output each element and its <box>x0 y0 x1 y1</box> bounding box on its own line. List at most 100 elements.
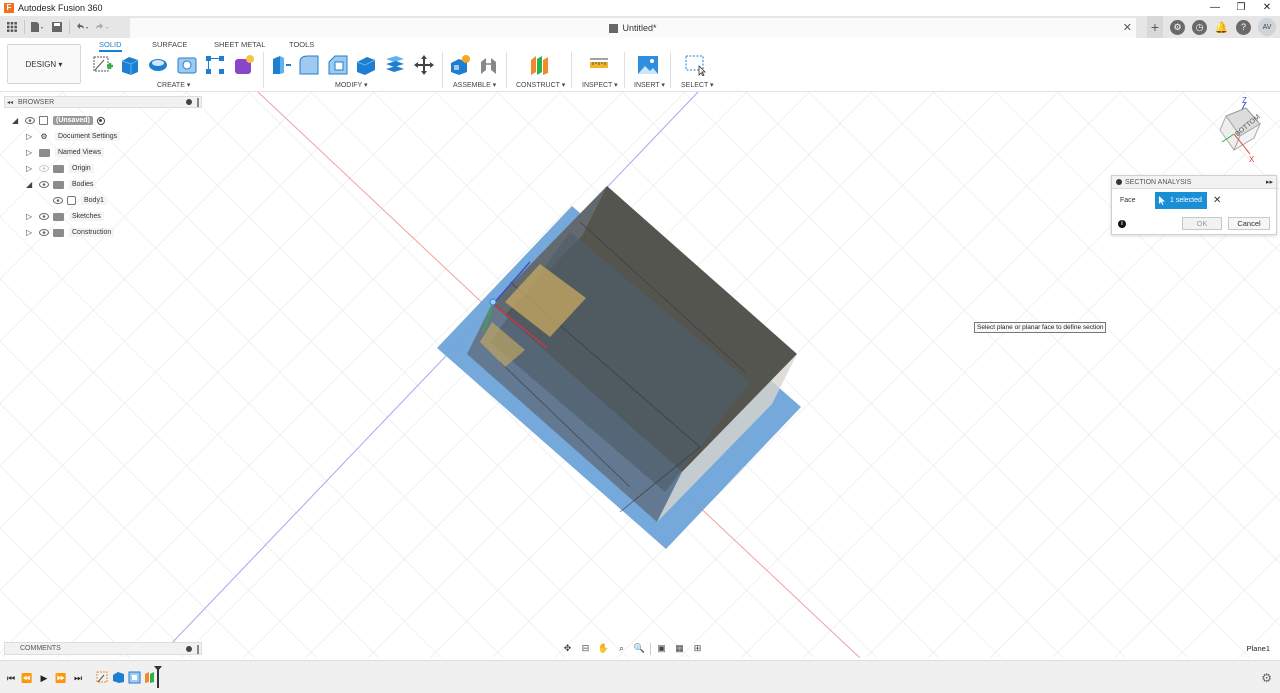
notifications-bell-icon[interactable]: 🔔 <box>1214 20 1229 35</box>
panel-resize-handle[interactable] <box>197 645 199 654</box>
play-icon[interactable]: ▶ <box>37 671 51 685</box>
tree-row-bodies[interactable]: ◢ Bodies <box>26 178 97 191</box>
activate-radio-icon[interactable] <box>96 116 105 125</box>
tree-row-root[interactable]: ◢ (Unsaved) <box>12 114 105 127</box>
chamfer-icon[interactable] <box>327 54 349 76</box>
select-menu[interactable]: SELECT ▾ <box>681 81 714 89</box>
grid-settings-icon[interactable]: ▦ <box>672 641 687 656</box>
hole-icon[interactable] <box>176 54 198 76</box>
job-status-icon[interactable]: ◷ <box>1192 19 1207 35</box>
select-window-icon[interactable] <box>684 54 706 76</box>
collapsed-arrow-icon[interactable]: ▷ <box>26 212 36 221</box>
move-copy-icon[interactable] <box>413 54 435 76</box>
insert-image-icon[interactable] <box>637 54 659 76</box>
create-sketch-icon[interactable] <box>92 54 114 76</box>
new-component-icon[interactable] <box>449 54 471 76</box>
add-comment-icon[interactable] <box>186 646 192 652</box>
tree-row-origin[interactable]: ▷ Origin <box>26 162 94 175</box>
tab-solid[interactable]: SOLID <box>99 40 122 52</box>
collapsed-arrow-icon[interactable]: ▷ <box>26 228 36 237</box>
expanded-arrow-icon[interactable]: ◢ <box>12 116 22 125</box>
tab-sheet-metal[interactable]: SHEET METAL <box>214 40 265 49</box>
document-tab[interactable]: Untitled* ✕ <box>130 18 1136 38</box>
go-to-end-icon[interactable]: ⏭ <box>71 671 85 685</box>
3d-scene-canvas[interactable] <box>0 92 1280 658</box>
maximize-button[interactable]: ❐ <box>1228 0 1254 16</box>
expand-dialog-icon[interactable]: ▸▸ <box>1266 178 1273 186</box>
tree-row-body1[interactable]: Body1 <box>50 194 107 207</box>
3d-viewport[interactable] <box>0 92 1280 658</box>
tree-row-sketches[interactable]: ▷ Sketches <box>26 210 104 223</box>
pan-hand-icon[interactable]: ✋ <box>596 641 611 656</box>
construct-menu[interactable]: CONSTRUCT ▾ <box>516 81 565 89</box>
help-icon[interactable]: ? <box>1236 19 1251 35</box>
create-menu[interactable]: CREATE ▾ <box>157 81 190 89</box>
timeline-plane-icon[interactable] <box>144 671 157 684</box>
inspect-menu[interactable]: INSPECT ▾ <box>582 81 618 89</box>
fit-zoom-icon[interactable]: 🔍 <box>632 641 647 656</box>
pattern-icon[interactable] <box>204 54 226 76</box>
visibility-eye-icon[interactable] <box>38 227 50 239</box>
expanded-arrow-icon[interactable]: ◢ <box>26 180 36 189</box>
visibility-eye-icon[interactable] <box>24 115 36 127</box>
tab-surface[interactable]: SURFACE <box>152 40 187 49</box>
timeline-settings-gear-icon[interactable]: ⚙ <box>1261 671 1272 685</box>
workspace-switcher-button[interactable]: DESIGN ▾ <box>7 44 81 84</box>
file-menu-icon[interactable] <box>29 19 45 35</box>
zoom-icon[interactable]: ⌕ <box>614 641 629 656</box>
extrude-icon[interactable] <box>119 54 141 76</box>
offset-plane-icon[interactable] <box>528 54 550 76</box>
redo-icon[interactable] <box>94 19 110 35</box>
visibility-eye-icon[interactable] <box>38 163 50 175</box>
visibility-eye-icon[interactable] <box>38 211 50 223</box>
collapsed-arrow-icon[interactable]: ▷ <box>26 148 36 157</box>
visibility-eye-icon[interactable] <box>52 195 64 207</box>
panel-resize-handle[interactable] <box>197 98 199 107</box>
insert-menu[interactable]: INSERT ▾ <box>634 81 665 89</box>
orbit-icon[interactable]: ✥ <box>560 641 575 656</box>
tree-row-document-settings[interactable]: ▷ ⚙ Document Settings <box>26 130 121 143</box>
go-to-start-icon[interactable]: ⏮ <box>4 671 18 685</box>
create-form-icon[interactable] <box>233 54 255 76</box>
display-settings-icon[interactable]: ▣ <box>654 641 669 656</box>
assemble-menu[interactable]: ASSEMBLE ▾ <box>453 81 496 89</box>
comments-panel-header[interactable]: COMMENTS <box>4 642 202 655</box>
modify-menu[interactable]: MODIFY ▾ <box>335 81 368 89</box>
close-window-button[interactable]: ✕ <box>1254 0 1280 16</box>
face-selection-button[interactable]: 1 selected <box>1155 192 1207 209</box>
clear-selection-icon[interactable]: ✕ <box>1213 195 1221 206</box>
info-icon[interactable]: i <box>1118 220 1126 228</box>
timeline-marker[interactable] <box>154 666 162 688</box>
step-forward-icon[interactable]: ⏩ <box>54 671 68 685</box>
collapsed-arrow-icon[interactable]: ▷ <box>26 164 36 173</box>
measure-icon[interactable] <box>588 54 610 76</box>
browser-panel-header[interactable]: ◂◂ BROWSER <box>4 96 202 108</box>
dialog-header[interactable]: SECTION ANALYSIS ▸▸ <box>1112 176 1276 189</box>
ok-button[interactable]: OK <box>1182 217 1222 230</box>
user-avatar[interactable]: AV <box>1258 18 1276 36</box>
extensions-icon[interactable]: ⚙ <box>1170 19 1185 35</box>
save-icon[interactable] <box>49 19 65 35</box>
revolve-icon[interactable] <box>147 54 169 76</box>
tree-row-named-views[interactable]: ▷ Named Views <box>26 146 105 159</box>
shell-icon[interactable] <box>355 54 377 76</box>
fillet-icon[interactable] <box>298 54 320 76</box>
minimize-button[interactable]: — <box>1202 0 1228 16</box>
tab-tools[interactable]: TOOLS <box>289 40 314 49</box>
viewports-icon[interactable]: ⊞ <box>690 641 705 656</box>
view-cube[interactable]: Z BOTTOM X <box>1206 94 1266 166</box>
timeline-shell-icon[interactable] <box>128 671 141 684</box>
undo-icon[interactable] <box>74 19 90 35</box>
origin-point[interactable] <box>489 298 497 306</box>
collapsed-arrow-icon[interactable]: ▷ <box>26 132 36 141</box>
combine-icon[interactable] <box>384 54 406 76</box>
visibility-eye-icon[interactable] <box>38 179 50 191</box>
grid-menu-icon[interactable] <box>4 19 20 35</box>
joint-icon[interactable] <box>478 54 500 76</box>
collapse-panel-icon[interactable]: ◂◂ <box>7 99 13 106</box>
timeline-extrude-icon[interactable] <box>112 671 125 684</box>
cancel-button[interactable]: Cancel <box>1228 217 1270 230</box>
timeline-sketch-icon[interactable] <box>96 671 109 684</box>
new-tab-plus-icon[interactable]: + <box>1147 16 1163 38</box>
look-at-icon[interactable]: ⊟ <box>578 641 593 656</box>
